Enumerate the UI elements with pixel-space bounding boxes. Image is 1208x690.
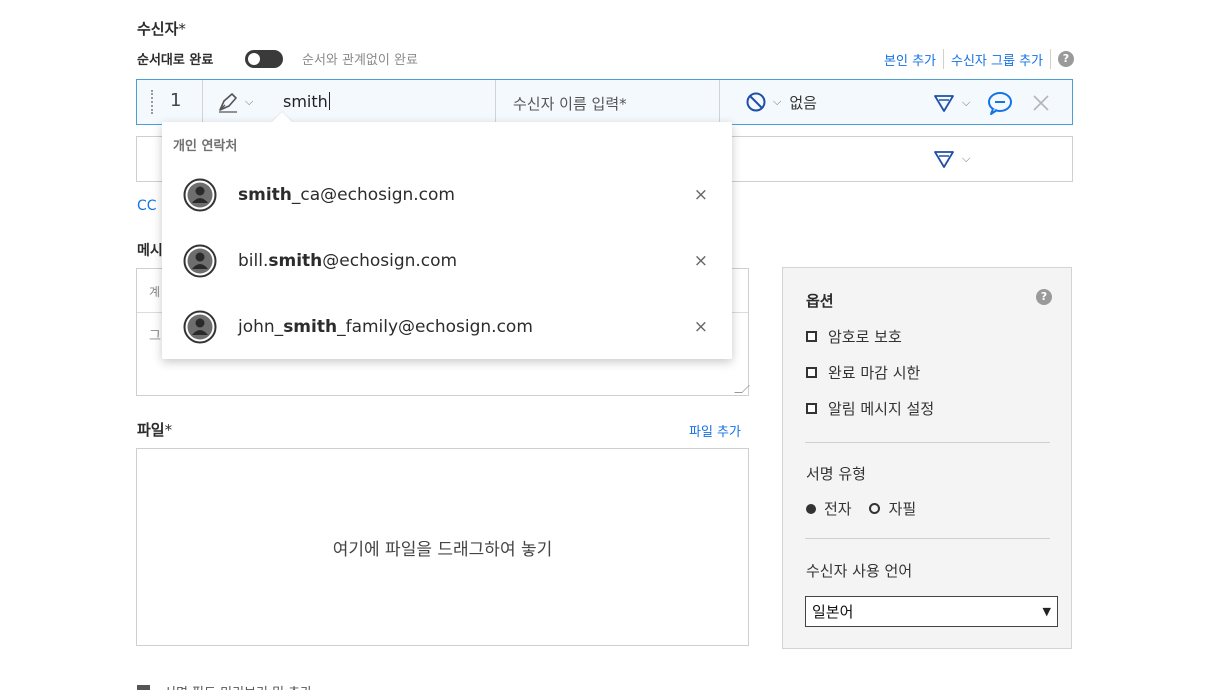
row-actions: ⌵ — [932, 147, 970, 171]
chevron-down-icon[interactable]: ⌵ — [962, 96, 970, 110]
delivery-filter-icon[interactable] — [932, 91, 956, 115]
checkbox[interactable] — [806, 367, 817, 378]
chevron-down-icon: ▼ — [1042, 605, 1051, 618]
order-toggle[interactable] — [245, 50, 283, 68]
suggestion-email: john_smith_family@echosign.com — [238, 317, 533, 337]
radio-electronic[interactable] — [806, 503, 816, 514]
chevron-down-icon[interactable]: ⌵ — [962, 152, 970, 166]
recipient-email-input[interactable]: smith — [283, 92, 330, 111]
remove-suggestion-icon[interactable]: × — [694, 251, 708, 271]
auth-value: 없음 — [789, 93, 817, 112]
suggestion-item[interactable]: smith_ca@echosign.com × — [162, 162, 732, 228]
row-actions: ⌵ — [932, 90, 1050, 116]
recipient-links: 본인 추가 수신자 그룹 추가 ? — [884, 49, 1074, 69]
options-panel: 옵션 ? 암호로 보호 완료 마감 시한 알림 메시지 설정 서명 유형 전자 … — [782, 267, 1072, 649]
drop-zone-text: 여기에 파일을 드래그하여 놓기 — [332, 539, 553, 560]
order-any-label: 순서와 관계없이 완료 — [302, 53, 418, 68]
suggestion-item[interactable]: john_smith_family@echosign.com × — [162, 294, 732, 360]
radio-handwritten[interactable] — [868, 503, 880, 514]
help-icon[interactable]: ? — [1036, 289, 1052, 305]
link-divider — [943, 49, 944, 69]
resize-grip-icon[interactable] — [734, 385, 750, 393]
checkbox[interactable] — [806, 403, 817, 414]
text-cursor — [328, 92, 330, 110]
delivery-filter-icon[interactable] — [932, 147, 956, 171]
remove-suggestion-icon[interactable]: × — [694, 317, 708, 337]
checkbox[interactable] — [806, 331, 817, 342]
order-label: 순서대로 완료 — [137, 53, 214, 68]
language-title: 수신자 사용 언어 — [806, 562, 913, 580]
message-body-input[interactable]: 그 — [149, 325, 161, 344]
language-value: 일본어 — [812, 603, 854, 621]
preview-fields-option[interactable]: 서명 필드 미리보기 및 추가 — [137, 682, 312, 690]
user-avatar-icon — [183, 178, 217, 212]
help-icon[interactable]: ? — [1058, 51, 1074, 67]
cc-link[interactable]: CC — [137, 198, 157, 214]
language-select[interactable]: 일본어 ▼ — [805, 596, 1058, 627]
options-divider — [805, 538, 1050, 539]
drag-handle-icon[interactable] — [151, 90, 153, 114]
user-avatar-icon — [183, 244, 217, 278]
user-avatar-icon — [183, 310, 217, 344]
suggestion-email: smith_ca@echosign.com — [238, 185, 455, 205]
suggestion-item[interactable]: bill.smith@echosign.com × — [162, 228, 732, 294]
options-title: 옵션 — [806, 292, 834, 310]
signer-pen-icon — [219, 93, 237, 113]
files-label: 파일* — [137, 421, 173, 439]
subject-text: 계 — [149, 285, 161, 299]
signature-type-radios: 전자 자필 — [806, 498, 916, 519]
suggestion-email: bill.smith@echosign.com — [238, 251, 458, 271]
add-group-link[interactable]: 수신자 그룹 추가 — [951, 50, 1043, 69]
close-icon[interactable] — [1032, 94, 1050, 112]
option-password[interactable]: 암호로 보호 — [806, 326, 902, 347]
column-divider — [719, 80, 720, 124]
private-message-icon[interactable] — [986, 90, 1014, 116]
file-drop-zone[interactable]: 여기에 파일을 드래그하여 놓기 — [136, 448, 749, 646]
chevron-down-icon: ⌵ — [773, 95, 782, 108]
add-file-link[interactable]: 파일 추가 — [689, 421, 741, 440]
options-divider — [805, 442, 1050, 443]
column-divider — [202, 80, 203, 124]
checkbox[interactable] — [137, 685, 150, 690]
chevron-down-icon: ⌵ — [245, 95, 254, 108]
auth-selector[interactable]: ⌵ 없음 — [745, 91, 817, 113]
dropdown-section-header: 개인 연락처 — [173, 139, 238, 154]
toggle-knob — [248, 53, 260, 65]
column-divider — [495, 80, 496, 124]
recipients-title: 수신자* — [137, 20, 186, 38]
message-label: 메시 — [137, 243, 163, 259]
option-deadline[interactable]: 완료 마감 시한 — [806, 362, 920, 383]
radio-electronic-label: 전자 — [824, 500, 852, 518]
recipient-name-input[interactable]: 수신자 이름 입력* — [513, 93, 627, 114]
recipient-number: 1 — [170, 90, 182, 111]
add-me-link[interactable]: 본인 추가 — [884, 50, 936, 69]
role-selector[interactable]: ⌵ — [215, 89, 253, 115]
option-reminder[interactable]: 알림 메시지 설정 — [806, 398, 934, 419]
no-auth-icon — [746, 92, 766, 112]
radio-handwritten-label: 자필 — [888, 500, 917, 518]
link-divider — [1050, 49, 1051, 69]
autocomplete-dropdown: 개인 연락처 smith_ca@echosign.com × bill.smit… — [162, 112, 732, 360]
signature-type-title: 서명 유형 — [806, 465, 866, 483]
remove-suggestion-icon[interactable]: × — [694, 185, 708, 205]
